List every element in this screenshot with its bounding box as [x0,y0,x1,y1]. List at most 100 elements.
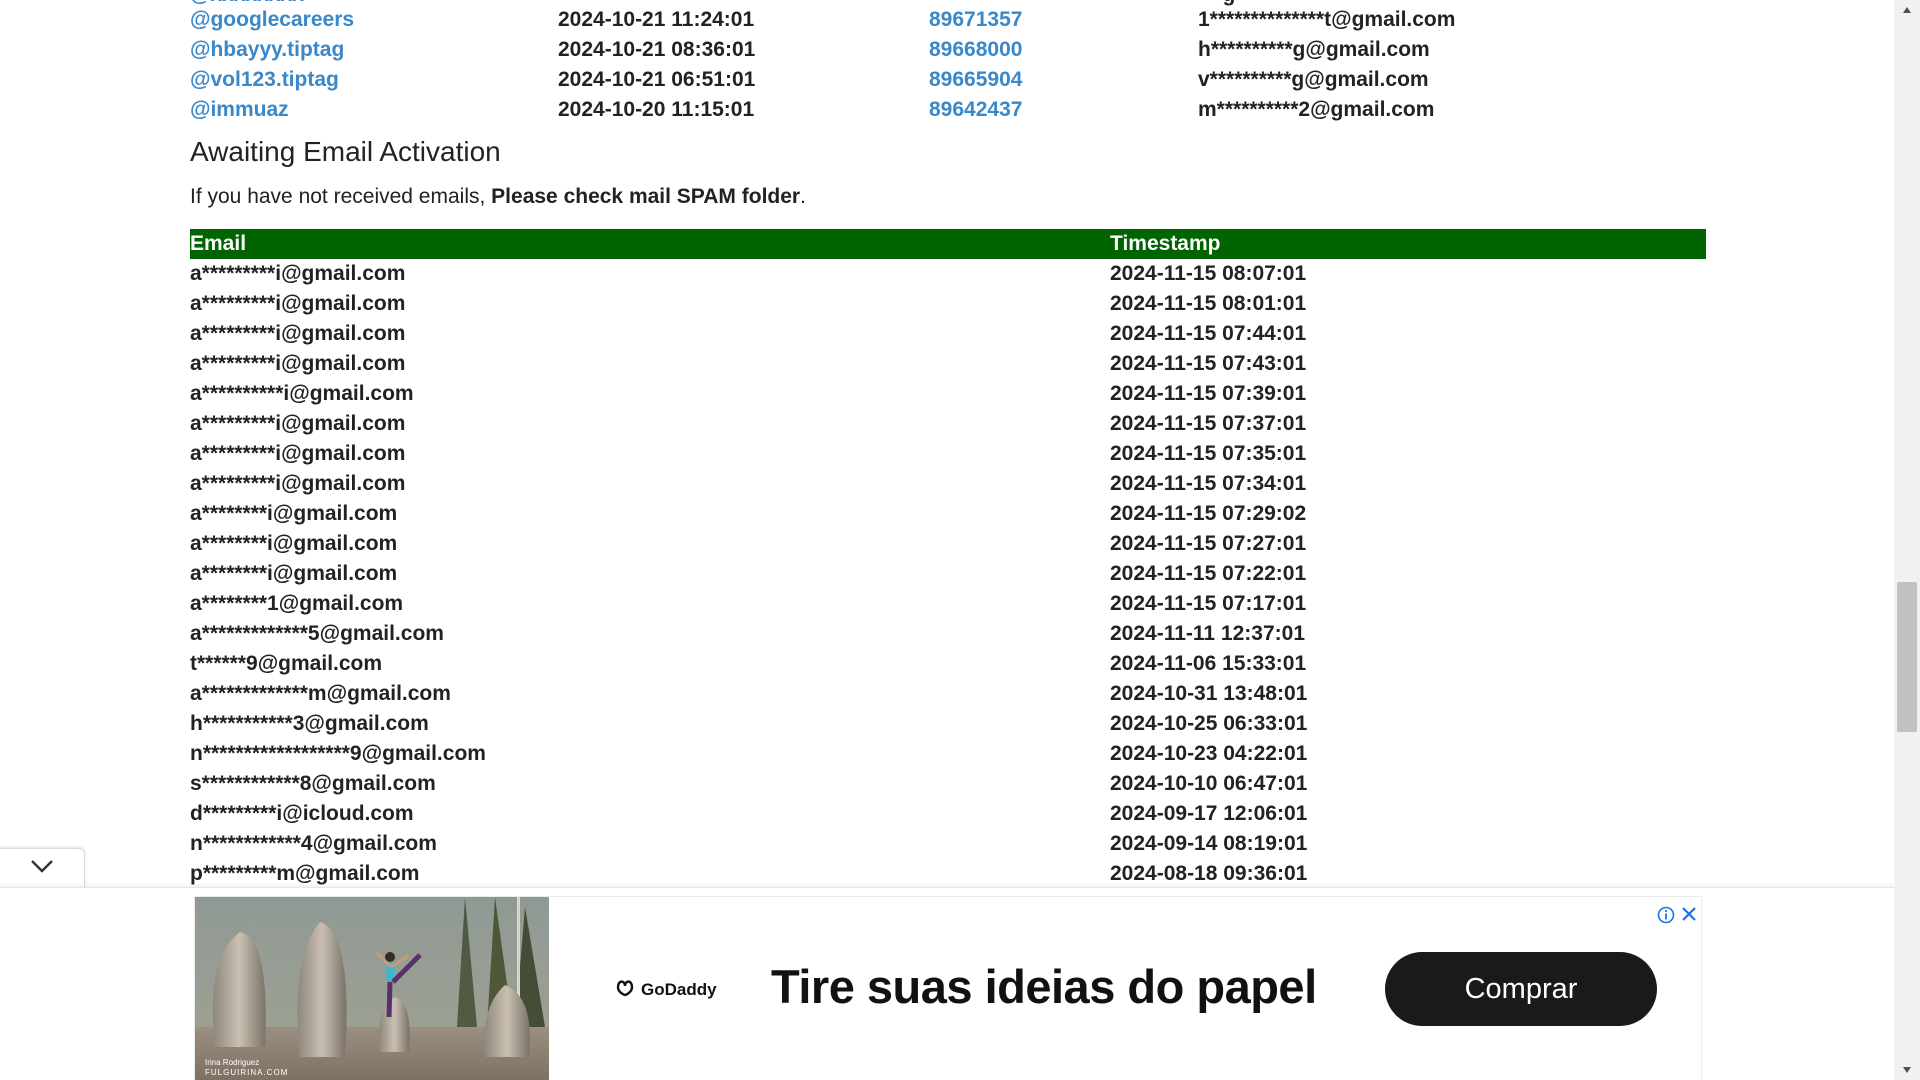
row-email: a*********i@gmail.com [190,412,406,435]
user-handle-link[interactable]: @immuaz [190,95,289,125]
user-email: h**********g@gmail.com [1198,38,1430,61]
row-email: a*********i@gmail.com [190,442,406,465]
spam-notice-suffix: . [800,185,806,208]
ad-photo-credit-site: FULGUIRINA.COM [205,1068,289,1077]
scrollbar-thumb[interactable] [1897,582,1917,732]
row-email: d*********i@icloud.com [190,802,414,825]
user-id-link[interactable]: 89668000 [929,35,1022,65]
table-row: a*********i@gmail.com 2024-11-15 08:01:01 [190,289,1706,319]
row-timestamp: 2024-10-31 13:48:01 [1110,682,1308,705]
table-row: a*********i@gmail.com 2024-11-15 07:35:01 [190,439,1706,469]
table-row: @vol123.tiptag 2024-10-21 06:51:01 89665… [190,65,1710,95]
column-header-email: Email [190,232,247,255]
user-email: m**********2@gmail.com [1198,98,1435,121]
user-timestamp: 2024-10-21 08:36:01 [558,38,756,61]
column-header-timestamp: Timestamp [1110,232,1221,255]
row-email: a*********i@gmail.com [190,292,406,315]
table-row: a********i@gmail.com 2024-11-15 07:29:02 [190,499,1706,529]
close-icon[interactable] [1681,906,1697,927]
table-row: t******9@gmail.com 2024-11-06 15:33:01 [190,649,1706,679]
user-timestamp: 2024-10-21 06:51:01 [558,68,756,91]
table-body: a*********i@gmail.com 2024-11-15 08:07:01… [190,259,1706,889]
ad-cta-button[interactable]: Comprar [1385,952,1657,1026]
row-timestamp: 2024-11-15 07:34:01 [1110,472,1307,495]
row-timestamp: 2024-10-10 06:47:01 [1110,772,1308,795]
scroll-down-arrow-icon[interactable] [1894,1060,1920,1080]
row-timestamp: 2024-11-15 07:29:02 [1110,502,1307,525]
table-row: n************4@gmail.com 2024-09-14 08:19… [190,829,1706,859]
row-timestamp: 2024-11-15 08:07:01 [1110,262,1307,285]
user-id-link[interactable]: 89665904 [929,65,1022,95]
row-timestamp: 2024-11-15 07:27:01 [1110,532,1307,555]
row-email: a********i@gmail.com [190,532,398,555]
table-row: d*********i@icloud.com 2024-09-17 12:06:0… [190,799,1706,829]
user-timestamp: 2024-10-20 11:15:01 [558,98,755,121]
row-timestamp: 2024-11-06 15:33:01 [1110,652,1307,675]
row-email: a*************5@gmail.com [190,622,444,645]
spam-notice: If you have not received emails, Please … [190,185,806,209]
row-email: n******************9@gmail.com [190,742,486,765]
row-email: s************8@gmail.com [190,772,436,795]
row-email: a*********i@gmail.com [190,322,406,345]
section-title: Awaiting Email Activation [190,136,501,167]
ad-photo[interactable]: Irina Rodriguez FULGUIRINA.COM [195,897,549,1080]
table-row: @googlecareers 2024-10-21 11:24:01 89671… [190,5,1710,35]
table-row: s************8@gmail.com 2024-10-10 06:47… [190,769,1706,799]
row-email: a********i@gmail.com [190,502,398,525]
table-row: a*************m@gmail.com 2024-10-31 13:4… [190,679,1706,709]
table-row: n******************9@gmail.com 2024-10-23… [190,739,1706,769]
row-email: a********i@gmail.com [190,562,398,585]
row-timestamp: 2024-09-14 08:19:01 [1110,832,1308,855]
user-id-link[interactable]: 89671357 [929,5,1022,35]
table-row: a********i@gmail.com 2024-11-15 07:22:01 [190,559,1706,589]
row-timestamp: 2024-11-15 07:43:01 [1110,352,1307,375]
user-handle-link[interactable]: @googlecareers [190,5,354,35]
row-email: a*********i@gmail.com [190,352,406,375]
user-email: v**********g@gmail.com [1198,68,1429,91]
info-icon[interactable] [1657,906,1675,929]
table-row: a*********i@gmail.com 2024-11-15 07:43:01 [190,349,1706,379]
table-header: Email Timestamp [190,229,1706,259]
user-handle-link[interactable]: @hbayyy.tiptag [190,35,344,65]
row-email: t******9@gmail.com [190,652,383,675]
scroll-up-arrow-icon[interactable] [1894,0,1920,20]
row-timestamp: 2024-11-15 07:37:01 [1110,412,1307,435]
table-row: p*********m@gmail.com 2024-08-18 09:36:01 [190,859,1706,889]
row-email: p*********m@gmail.com [190,862,420,885]
row-timestamp: 2024-10-23 04:22:01 [1110,742,1308,765]
row-email: a*************m@gmail.com [190,682,451,705]
user-timestamp: 2024-10-21 11:24:01 [558,8,755,31]
ad-brand-logo[interactable]: GoDaddy [613,977,717,1002]
row-timestamp: 2024-11-15 08:01:01 [1110,292,1307,315]
user-handle-link[interactable]: @vol123.tiptag [190,65,339,95]
table-row: a********i@gmail.com 2024-11-15 07:27:01 [190,529,1706,559]
user-id-link[interactable]: 89642437 [929,95,1022,125]
row-timestamp: 2024-11-15 07:22:01 [1110,562,1307,585]
row-timestamp: 2024-11-15 07:35:01 [1110,442,1307,465]
row-timestamp: 2024-11-15 07:39:01 [1110,382,1307,405]
ad-headline[interactable]: Tire suas ideias do papel [771,959,1317,1014]
row-timestamp: 2024-11-15 07:17:01 [1110,592,1307,615]
row-email: n************4@gmail.com [190,832,437,855]
table-row: a**********i@gmail.com 2024-11-15 07:39:0… [190,379,1706,409]
spam-notice-prefix: If you have not received emails, [190,185,492,208]
ad-photo-credit-name: Irina Rodriguez [205,1058,260,1067]
table-row: @immuaz 2024-10-20 11:15:01 89642437 m**… [190,95,1710,125]
ad-photo-credit: Irina Rodriguez FULGUIRINA.COM [205,1058,288,1078]
collapse-ad-button[interactable] [0,848,85,887]
row-email: a*********i@gmail.com [190,262,406,285]
row-timestamp: 2024-09-17 12:06:01 [1110,802,1308,825]
user-email: 1**************t@gmail.com [1198,8,1456,31]
row-email: a**********i@gmail.com [190,382,414,405]
row-email: a*********i@gmail.com [190,472,406,495]
table-row: a*********i@gmail.com 2024-11-15 07:34:01 [190,469,1706,499]
row-email: h***********3@gmail.com [190,712,429,735]
row-timestamp: 2024-10-25 06:33:01 [1110,712,1308,735]
page: @xxxxxxxx ***g @googlecareers 2024-10-21… [0,0,1894,1080]
ad-frame[interactable]: Irina Rodriguez FULGUIRINA.COM GoDaddy T… [194,896,1702,1080]
row-email: a********1@gmail.com [190,592,404,615]
ad-brand-name: GoDaddy [641,979,717,999]
vertical-scrollbar[interactable] [1894,0,1920,1080]
ad-photo-art [195,897,549,1080]
table-row: @hbayyy.tiptag 2024-10-21 08:36:01 89668… [190,35,1710,65]
